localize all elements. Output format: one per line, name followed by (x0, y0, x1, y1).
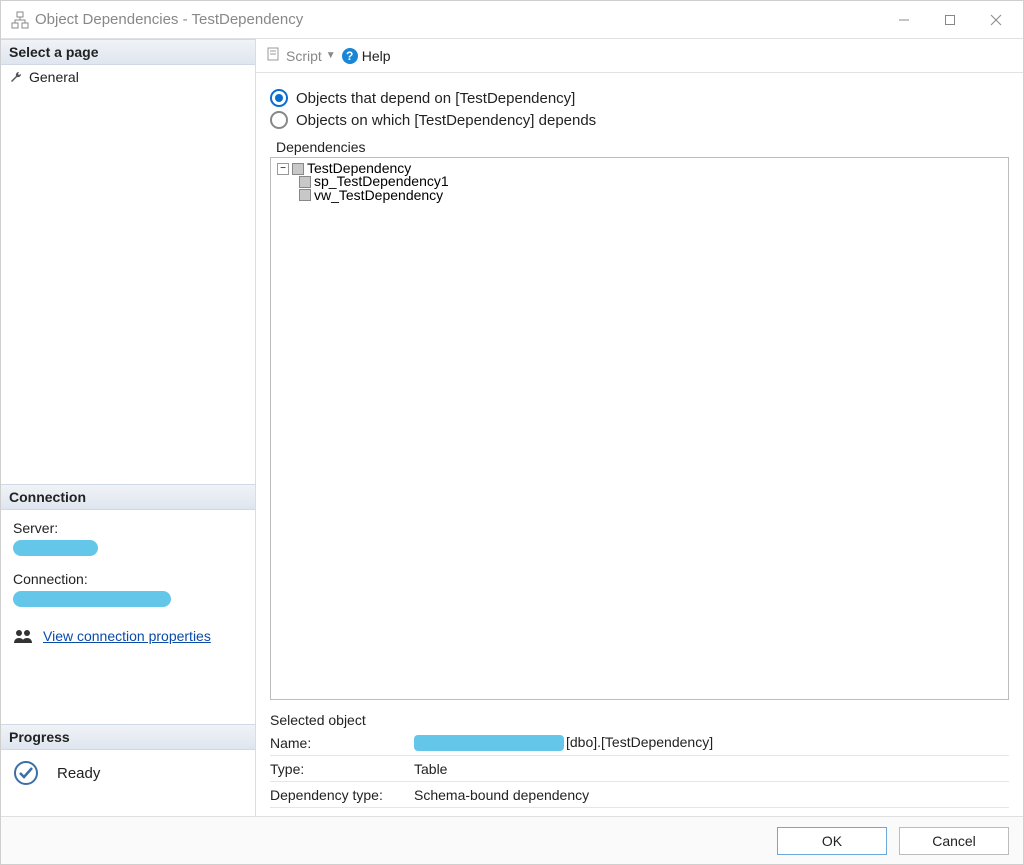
server-label: Server: (13, 520, 243, 536)
dependencies-icon (11, 11, 29, 29)
help-button[interactable]: ? Help (342, 48, 391, 64)
collapse-icon[interactable]: − (277, 163, 289, 175)
progress-header: Progress (1, 724, 255, 750)
radio-selected-icon (270, 89, 288, 107)
type-label: Type: (270, 761, 412, 777)
select-page-header: Select a page (1, 39, 255, 65)
tree-node-label: vw_TestDependency (314, 189, 443, 202)
dependency-type-value: Schema-bound dependency (412, 787, 1009, 803)
progress-status: Ready (57, 765, 100, 782)
dependencies-tree[interactable]: − TestDependency sp_TestDependency1 vw_T… (270, 157, 1009, 700)
radio-label: Objects that depend on [TestDependency] (296, 90, 575, 107)
dialog-footer: OK Cancel (1, 816, 1023, 864)
minimize-button[interactable] (881, 5, 927, 35)
server-value-redacted (13, 540, 98, 556)
dependencies-label: Dependencies (270, 139, 1009, 155)
cancel-button[interactable]: Cancel (899, 827, 1009, 855)
type-value: Table (412, 761, 1009, 777)
script-dropdown[interactable]: Script ▼ (266, 46, 336, 65)
script-label: Script (286, 48, 322, 64)
radio-objects-depend-on[interactable]: Objects that depend on [TestDependency] (270, 87, 1009, 109)
selected-object-heading: Selected object (270, 712, 1009, 728)
connection-value-redacted (13, 591, 171, 607)
toolbar: Script ▼ ? Help (256, 39, 1023, 73)
ready-check-icon (13, 760, 39, 786)
maximize-button[interactable] (927, 5, 973, 35)
table-icon (292, 163, 304, 175)
dependency-type-label: Dependency type: (270, 787, 412, 803)
tree-child[interactable]: vw_TestDependency (277, 189, 1002, 202)
title-bar: Object Dependencies - TestDependency (1, 1, 1023, 39)
proc-icon (299, 176, 311, 188)
ok-button[interactable]: OK (777, 827, 887, 855)
view-icon (299, 189, 311, 201)
close-button[interactable] (973, 5, 1019, 35)
radio-label: Objects on which [TestDependency] depend… (296, 112, 596, 129)
left-panel: Select a page General Connection Server:… (1, 39, 256, 816)
radio-objects-depends[interactable]: Objects on which [TestDependency] depend… (270, 109, 1009, 131)
help-icon: ? (342, 48, 358, 64)
help-label: Help (362, 48, 391, 64)
name-value: [dbo].[TestDependency] (412, 734, 1009, 751)
connection-header: Connection (1, 484, 255, 510)
page-item-label: General (29, 69, 79, 85)
wrench-icon (9, 70, 23, 84)
connection-label: Connection: (13, 571, 243, 587)
name-label: Name: (270, 735, 412, 751)
script-icon (266, 46, 282, 65)
view-connection-properties-link[interactable]: View connection properties (43, 628, 211, 644)
name-prefix-redacted (414, 735, 564, 751)
caret-down-icon: ▼ (326, 50, 336, 61)
radio-unselected-icon (270, 111, 288, 129)
window-title: Object Dependencies - TestDependency (35, 11, 881, 28)
page-item-general[interactable]: General (1, 65, 255, 89)
people-icon (13, 628, 33, 644)
right-panel: Script ▼ ? Help Objects that depend on [… (256, 39, 1023, 816)
